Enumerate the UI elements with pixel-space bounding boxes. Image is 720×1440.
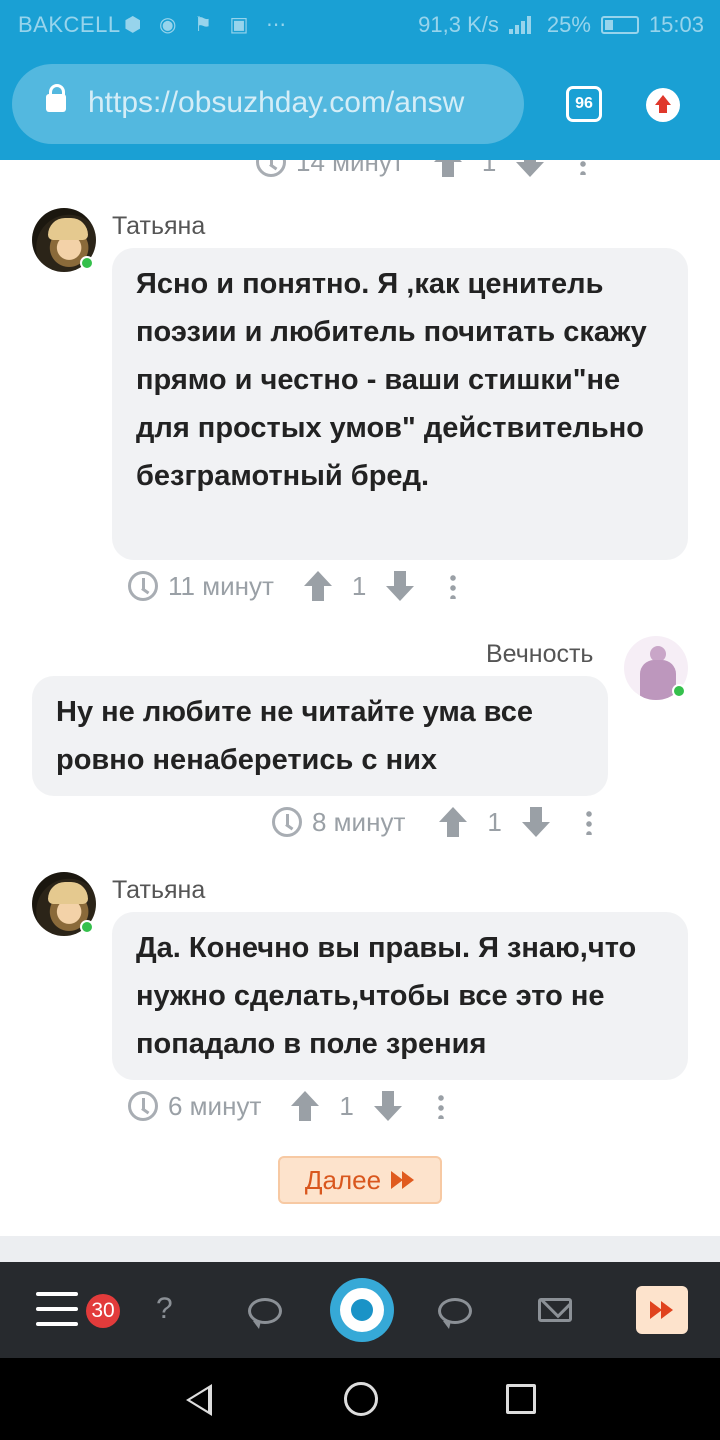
vote-count: 1 xyxy=(487,806,502,837)
carrier-name: BAKCELL xyxy=(18,12,121,37)
battery-percent: 25% xyxy=(546,12,591,37)
network-speed: 91,3 K/s xyxy=(418,12,499,37)
upvote-icon[interactable] xyxy=(439,807,468,837)
battery-icon xyxy=(600,16,639,34)
comment-author[interactable]: Татьяна xyxy=(112,876,205,905)
comment-meta: 8 минут 1 xyxy=(272,802,592,842)
url-bar[interactable]: https://obsuzhday.com/answ xyxy=(12,64,524,144)
comment-meta: 6 минут 1 xyxy=(128,1086,444,1126)
comment-bubble: Да. Конечно вы правы. Я знаю,что нужно с… xyxy=(112,912,688,1080)
upvote-icon[interactable] xyxy=(291,1091,320,1121)
url-text[interactable]: https://obsuzhday.com/answ xyxy=(88,86,518,120)
system-navigation xyxy=(0,1358,720,1440)
fast-forward-icon xyxy=(391,1171,415,1189)
downvote-icon[interactable] xyxy=(516,160,545,177)
clock-icon xyxy=(128,1091,158,1121)
more-options-icon[interactable] xyxy=(450,573,457,599)
home-icon[interactable] xyxy=(344,1382,378,1416)
comment-bubble: Ну не любите не читайте ума все ровно не… xyxy=(32,676,608,796)
signal-icon xyxy=(508,16,537,34)
more-options-icon[interactable] xyxy=(580,160,587,175)
browser-top-bar: BAKCELL ⬢ ◉ ⚑ ▣ ⋯ 91,3 K/s 25% 15:03 htt… xyxy=(0,0,720,160)
recents-icon[interactable] xyxy=(506,1384,536,1414)
comment-icon[interactable] xyxy=(248,1298,282,1329)
online-indicator xyxy=(80,920,94,934)
comment-time: 14 минут xyxy=(296,160,404,177)
clock-icon xyxy=(128,571,158,601)
comment-bubble: Ясно и понятно. Я ,как ценитель поэзии и… xyxy=(112,248,688,560)
upvote-icon[interactable] xyxy=(433,160,462,177)
vote-count: 1 xyxy=(481,160,497,177)
more-options-icon[interactable] xyxy=(585,809,592,835)
mail-icon[interactable] xyxy=(538,1298,572,1322)
upvote-icon[interactable] xyxy=(303,571,332,601)
status-bar: BAKCELL ⬢ ◉ ⚑ ▣ ⋯ 91,3 K/s 25% 15:03 xyxy=(0,0,720,50)
downvote-icon[interactable] xyxy=(521,807,550,837)
comment-author[interactable]: Татьяна xyxy=(112,212,205,241)
comment-author[interactable]: Вечность xyxy=(486,640,593,669)
comment-time: 8 минут xyxy=(312,806,406,837)
comment-meta: 11 минут 1 xyxy=(128,566,457,606)
previous-comment-meta: 14 минут 1 xyxy=(0,160,720,180)
vote-count: 1 xyxy=(339,1090,354,1121)
downvote-icon[interactable] xyxy=(386,571,415,601)
notification-icons: ⬢ ◉ ⚑ ▣ ⋯ xyxy=(124,14,292,36)
clock-icon xyxy=(272,807,302,837)
question-icon[interactable]: ? xyxy=(156,1292,173,1326)
fast-forward-icon xyxy=(650,1301,674,1319)
downvote-icon[interactable] xyxy=(373,1091,402,1121)
online-indicator xyxy=(80,256,94,270)
chat-icon[interactable] xyxy=(438,1298,472,1329)
clock-time: 15:03 xyxy=(648,12,704,37)
content-divider xyxy=(0,1236,720,1262)
tab-count-button[interactable]: 96 xyxy=(566,86,602,122)
vote-count: 1 xyxy=(351,570,367,601)
next-page-label: Далее xyxy=(304,1164,382,1195)
clock-icon xyxy=(256,160,286,177)
next-page-button[interactable]: Далее xyxy=(278,1156,442,1204)
online-indicator xyxy=(672,684,686,698)
comment-time: 11 минут xyxy=(168,570,274,601)
lock-icon xyxy=(46,84,66,112)
upload-arrow-icon[interactable] xyxy=(646,88,680,122)
back-icon[interactable] xyxy=(186,1384,212,1416)
home-button[interactable] xyxy=(330,1278,394,1342)
next-button-nav[interactable] xyxy=(636,1286,688,1334)
menu-icon[interactable] xyxy=(36,1292,78,1326)
notification-badge[interactable]: 30 xyxy=(86,1294,120,1328)
comment-time: 6 минут xyxy=(168,1090,262,1121)
more-options-icon[interactable] xyxy=(437,1093,444,1119)
